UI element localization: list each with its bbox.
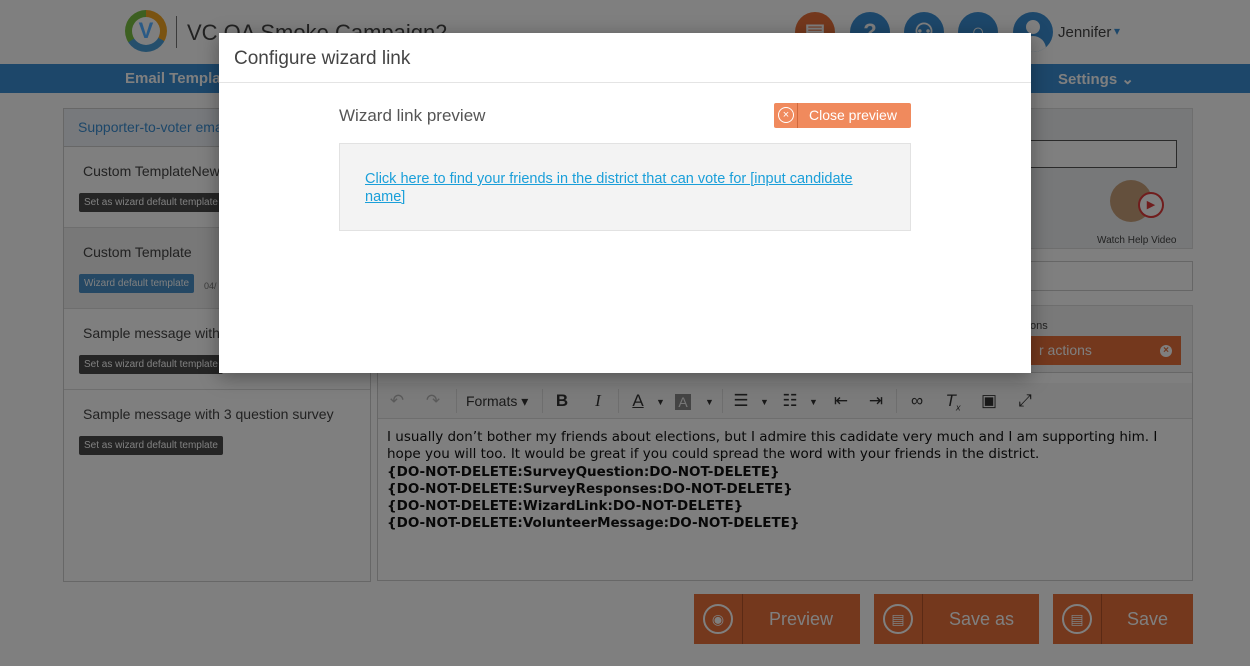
modal-header: Configure wizard link [219,33,1031,83]
modal-title: Configure wizard link [234,48,411,69]
close-preview-button[interactable]: × Close preview [774,103,911,128]
logo-letter: V [138,18,154,43]
configure-wizard-link-modal: Configure wizard link Wizard link previe… [219,33,1031,373]
close-circle-icon: × [778,107,794,123]
wizard-link[interactable]: Click here to find your friends in the d… [365,170,885,206]
wizard-link-preview-label: Wizard link preview [339,106,486,125]
wizard-link-preview-box: Click here to find your friends in the d… [339,143,911,231]
close-preview-icon-cell: × [774,103,798,128]
close-preview-label: Close preview [809,107,897,123]
